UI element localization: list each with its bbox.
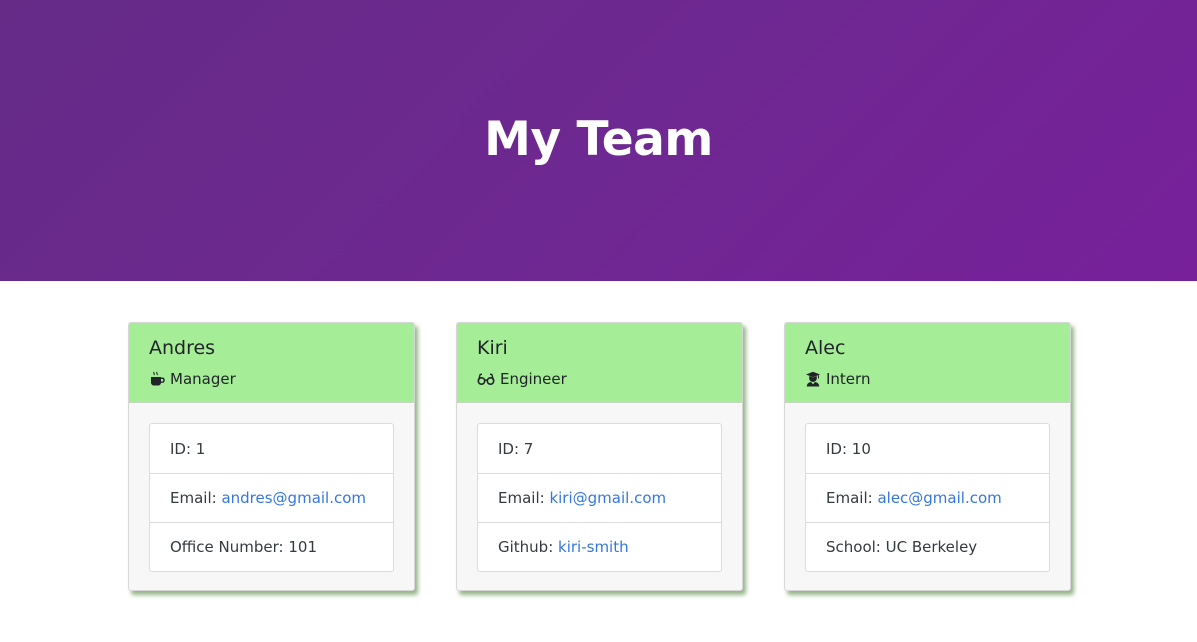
github-label: Github: <box>498 538 559 556</box>
employee-card-engineer: Kiri Engineer ID: 7 Email: kiri@gmail.co… <box>456 322 743 591</box>
employee-role: Intern <box>805 369 1050 389</box>
id-item: ID: 7 <box>478 424 721 473</box>
id-item: ID: 10 <box>806 424 1049 473</box>
github-link[interactable]: kiri-smith <box>558 538 629 556</box>
email-label: Email: <box>498 489 550 507</box>
page-title: My Team <box>484 111 713 167</box>
id-label: ID: <box>170 439 196 458</box>
detail-list: ID: 7 Email: kiri@gmail.com Github: kiri… <box>477 423 722 572</box>
email-link[interactable]: andres@gmail.com <box>221 489 366 507</box>
detail-list: ID: 1 Email: andres@gmail.com Office Num… <box>149 423 394 572</box>
email-item: Email: alec@gmail.com <box>806 473 1049 522</box>
office-number-item: Office Number: 101 <box>150 522 393 571</box>
employee-role: Engineer <box>477 369 722 389</box>
email-link[interactable]: alec@gmail.com <box>877 489 1001 507</box>
team-container: Andres Manager ID: 1 Email: andres@gmail… <box>0 281 1197 642</box>
github-item: Github: kiri-smith <box>478 522 721 571</box>
employee-name: Andres <box>149 337 216 359</box>
email-label: Email: <box>826 489 878 507</box>
email-item: Email: andres@gmail.com <box>150 473 393 522</box>
card-header: Kiri Engineer <box>457 323 742 403</box>
role-label: Intern <box>826 370 871 388</box>
employee-role: Manager <box>149 369 394 389</box>
office-number-label: Office Number: <box>170 538 289 556</box>
card-body: ID: 7 Email: kiri@gmail.com Github: kiri… <box>457 403 742 572</box>
office-number-value: 101 <box>288 538 318 556</box>
employee-card-manager: Andres Manager ID: 1 Email: andres@gmail… <box>128 322 415 591</box>
card-body: ID: 10 Email: alec@gmail.com School: UC … <box>785 403 1070 572</box>
school-item: School: UC Berkeley <box>806 522 1049 571</box>
id-value: 10 <box>851 439 871 458</box>
id-value: 1 <box>195 439 206 458</box>
email-label: Email: <box>170 489 222 507</box>
school-value: UC Berkeley <box>885 538 978 556</box>
id-item: ID: 1 <box>150 424 393 473</box>
employee-card-intern: Alec Intern ID: 10 Email: alec@gmail.com <box>784 322 1071 591</box>
role-label: Manager <box>170 370 236 388</box>
graduate-icon <box>806 371 820 387</box>
employee-name: Alec <box>805 337 846 359</box>
school-label: School: <box>826 538 886 556</box>
coffee-icon <box>151 371 165 386</box>
detail-list: ID: 10 Email: alec@gmail.com School: UC … <box>805 423 1050 572</box>
card-header: Alec Intern <box>785 323 1070 403</box>
email-item: Email: kiri@gmail.com <box>478 473 721 522</box>
employee-name: Kiri <box>477 337 508 359</box>
glasses-icon <box>477 373 495 386</box>
email-link[interactable]: kiri@gmail.com <box>549 489 666 507</box>
card-body: ID: 1 Email: andres@gmail.com Office Num… <box>129 403 414 572</box>
page-header: My Team <box>0 0 1197 281</box>
card-header: Andres Manager <box>129 323 414 403</box>
id-value: 7 <box>523 439 534 458</box>
role-label: Engineer <box>500 370 567 388</box>
id-label: ID: <box>498 439 524 458</box>
id-label: ID: <box>826 439 852 458</box>
